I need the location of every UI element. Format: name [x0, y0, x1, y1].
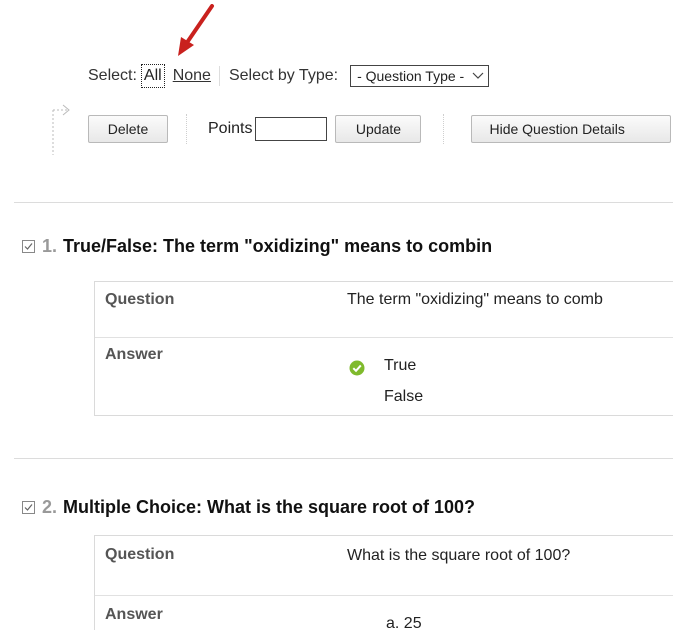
- select-toolbar: Select: All None Select by Type: - Quest…: [88, 64, 490, 88]
- checkbox-checked-icon[interactable]: [22, 240, 35, 253]
- action-toolbar: Delete Points Update Hide Question Detai…: [88, 114, 672, 144]
- test-questions-page: Select: All None Select by Type: - Quest…: [0, 0, 673, 630]
- answer-label: Answer: [105, 346, 163, 363]
- section-divider: [14, 202, 673, 203]
- divider: [218, 66, 220, 86]
- select-by-type-label: Select by Type:: [228, 67, 339, 84]
- question-details-card: Question The term "oxidizing" means to c…: [94, 281, 673, 416]
- answer-option: False: [384, 388, 424, 405]
- chevron-down-icon: [472, 72, 484, 79]
- question-text: The term "oxidizing" means to comb: [347, 291, 603, 308]
- divider: [443, 114, 445, 144]
- select-all-link[interactable]: All: [140, 64, 165, 88]
- row-divider: [95, 337, 673, 338]
- branch-arrow-icon: [52, 104, 70, 155]
- question-number: 2.: [42, 497, 58, 517]
- question-number: 1.: [42, 236, 58, 256]
- row-divider: [95, 595, 673, 596]
- hide-question-details-button[interactable]: Hide Question Details: [471, 115, 672, 143]
- points-label: Points: [208, 120, 253, 137]
- question-title: True/False: The term "oxidizing" means t…: [63, 236, 493, 256]
- answer-option: a. 25: [386, 615, 422, 630]
- select-none-link[interactable]: None: [173, 67, 211, 85]
- correct-check-icon: [349, 360, 365, 376]
- question-heading: 1. True/False: The term "oxidizing" mean…: [22, 236, 492, 257]
- delete-button[interactable]: Delete: [88, 115, 168, 143]
- points-input[interactable]: [255, 117, 328, 141]
- section-divider: [14, 458, 673, 459]
- update-button[interactable]: Update: [335, 115, 422, 143]
- answer-label: Answer: [105, 606, 163, 623]
- question-label: Question: [105, 546, 175, 563]
- question-type-value: - Question Type -: [357, 68, 465, 84]
- divider: [186, 114, 188, 144]
- question-heading: 2. Multiple Choice: What is the square r…: [22, 497, 475, 518]
- question-type-select[interactable]: - Question Type -: [350, 65, 490, 87]
- question-text: What is the square root of 100?: [347, 547, 571, 564]
- annotation-arrow-icon: [178, 4, 214, 56]
- select-label: Select:: [88, 67, 137, 84]
- checkbox-checked-icon[interactable]: [22, 501, 35, 514]
- question-title: Multiple Choice: What is the square root…: [63, 497, 476, 517]
- question-label: Question: [105, 291, 175, 308]
- answer-option: True: [384, 357, 417, 374]
- question-details-card: Question What is the square root of 100?…: [94, 535, 673, 630]
